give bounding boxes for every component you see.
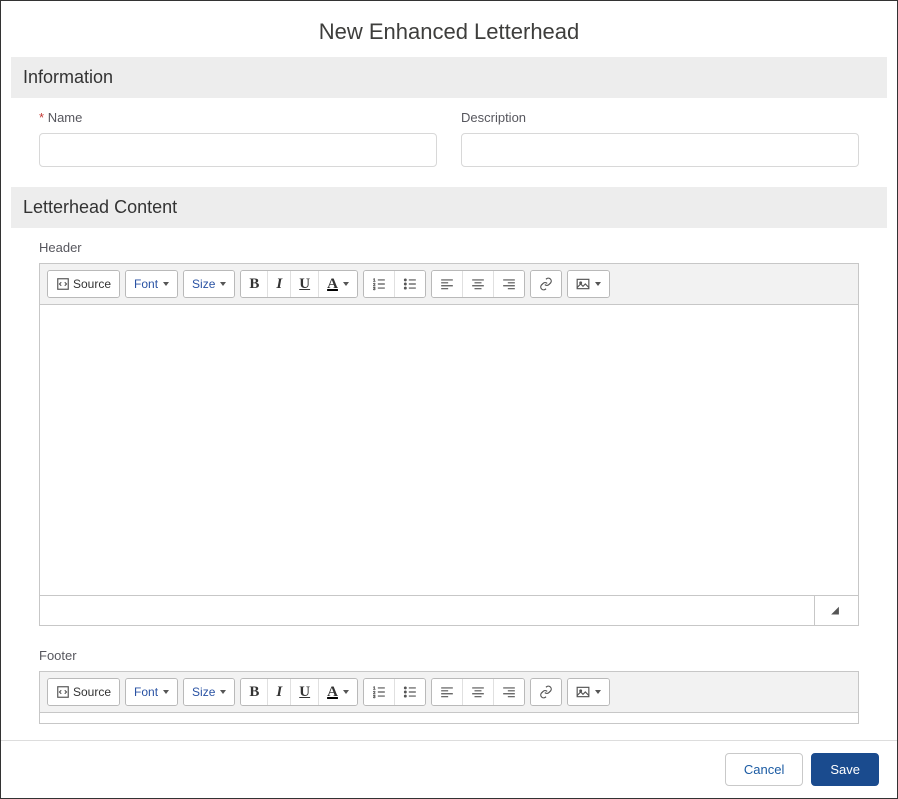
align-right-icon [502, 685, 516, 699]
footer-editor-body[interactable] [40, 713, 858, 723]
bullet-list-button[interactable] [394, 271, 425, 297]
chevron-down-icon [595, 690, 601, 694]
size-label: Size [192, 277, 215, 291]
modal-body: Information * Name Description Letterhea… [1, 57, 897, 740]
header-editor-section: Header Source Font [11, 240, 887, 630]
chevron-down-icon [595, 282, 601, 286]
numbered-list-icon: 123 [372, 685, 386, 699]
chevron-down-icon [343, 690, 349, 694]
description-field-wrapper: Description [461, 110, 859, 167]
bold-button[interactable]: B [241, 271, 267, 297]
link-button[interactable] [531, 271, 561, 297]
image-icon [576, 685, 590, 699]
text-color-button[interactable]: A [318, 679, 357, 705]
source-icon [56, 685, 70, 699]
bold-icon: B [249, 684, 259, 701]
chevron-down-icon [163, 282, 169, 286]
align-center-button[interactable] [462, 271, 493, 297]
align-left-icon [440, 685, 454, 699]
underline-button[interactable]: U [290, 271, 318, 297]
svg-text:3: 3 [373, 286, 376, 291]
name-label-text: Name [48, 110, 83, 125]
footer-editor-label: Footer [39, 648, 859, 663]
description-input[interactable] [461, 133, 859, 167]
align-left-button[interactable] [432, 271, 462, 297]
bullet-list-button[interactable] [394, 679, 425, 705]
source-button[interactable]: Source [48, 271, 119, 297]
source-label: Source [73, 277, 111, 291]
bold-icon: B [249, 276, 259, 293]
numbered-list-button[interactable]: 123 [364, 271, 394, 297]
italic-icon: I [276, 684, 282, 701]
section-information-header: Information [11, 57, 887, 98]
size-dropdown[interactable]: Size [184, 679, 234, 705]
image-button[interactable] [568, 271, 609, 297]
numbered-list-icon: 123 [372, 277, 386, 291]
underline-button[interactable]: U [290, 679, 318, 705]
name-label: * Name [39, 110, 437, 125]
link-icon [539, 685, 553, 699]
italic-button[interactable]: I [267, 271, 290, 297]
header-editor: Source Font Size [39, 263, 859, 626]
source-button[interactable]: Source [48, 679, 119, 705]
footer-editor-section: Footer Source Font [11, 648, 887, 728]
modal-footer: Cancel Save [1, 740, 897, 798]
italic-button[interactable]: I [267, 679, 290, 705]
svg-text:3: 3 [373, 694, 376, 699]
link-button[interactable] [531, 679, 561, 705]
section-content-header: Letterhead Content [11, 187, 887, 228]
font-dropdown[interactable]: Font [126, 271, 177, 297]
image-icon [576, 277, 590, 291]
align-right-icon [502, 277, 516, 291]
source-icon [56, 277, 70, 291]
description-label: Description [461, 110, 859, 125]
chevron-down-icon [220, 690, 226, 694]
chevron-down-icon [220, 282, 226, 286]
link-icon [539, 277, 553, 291]
font-dropdown[interactable]: Font [126, 679, 177, 705]
resize-handle[interactable]: ◢ [814, 596, 858, 625]
bullet-list-icon [403, 277, 417, 291]
text-color-icon: A [327, 684, 338, 701]
information-fields: * Name Description [11, 110, 887, 187]
underline-icon: U [299, 276, 310, 293]
image-button[interactable] [568, 679, 609, 705]
header-editor-label: Header [39, 240, 859, 255]
font-label: Font [134, 277, 158, 291]
new-letterhead-modal: New Enhanced Letterhead Information * Na… [0, 0, 898, 799]
text-color-button[interactable]: A [318, 271, 357, 297]
underline-icon: U [299, 684, 310, 701]
save-button[interactable]: Save [811, 753, 879, 786]
name-field-wrapper: * Name [39, 110, 437, 167]
size-dropdown[interactable]: Size [184, 271, 234, 297]
align-right-button[interactable] [493, 271, 524, 297]
italic-icon: I [276, 276, 282, 293]
required-marker: * [39, 110, 44, 125]
name-input[interactable] [39, 133, 437, 167]
footer-editor: Source Font Size [39, 671, 859, 724]
size-label: Size [192, 685, 215, 699]
numbered-list-button[interactable]: 123 [364, 679, 394, 705]
align-center-icon [471, 685, 485, 699]
bullet-list-icon [403, 685, 417, 699]
footer-toolbar: Source Font Size [40, 672, 858, 713]
align-left-icon [440, 277, 454, 291]
modal-title: New Enhanced Letterhead [1, 1, 897, 57]
align-right-button[interactable] [493, 679, 524, 705]
align-center-icon [471, 277, 485, 291]
cancel-button[interactable]: Cancel [725, 753, 803, 786]
text-color-icon: A [327, 276, 338, 293]
chevron-down-icon [163, 690, 169, 694]
header-editor-body[interactable] [40, 305, 858, 595]
source-label: Source [73, 685, 111, 699]
align-left-button[interactable] [432, 679, 462, 705]
font-label: Font [134, 685, 158, 699]
header-toolbar: Source Font Size [40, 264, 858, 305]
align-center-button[interactable] [462, 679, 493, 705]
chevron-down-icon [343, 282, 349, 286]
header-editor-statusbar: ◢ [40, 595, 858, 625]
bold-button[interactable]: B [241, 679, 267, 705]
